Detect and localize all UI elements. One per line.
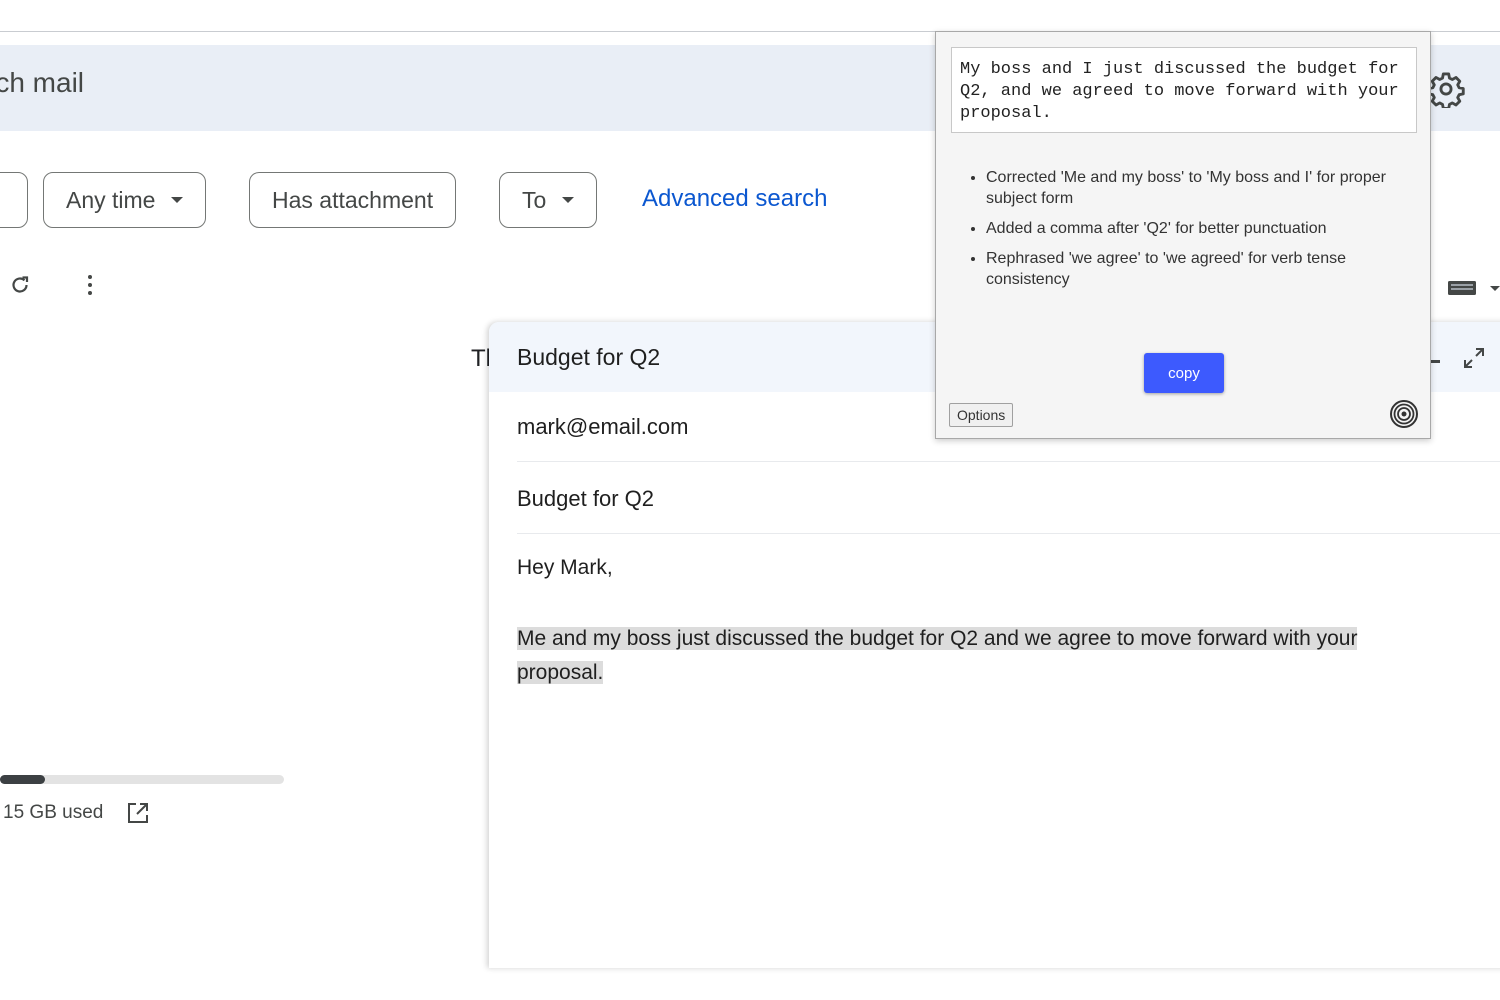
search-input[interactable]: rch mail [0, 67, 84, 99]
expand-icon[interactable] [1462, 346, 1486, 370]
storage-meter [0, 775, 284, 784]
grammar-extension-popup: My boss and I just discussed the budget … [935, 31, 1431, 439]
filter-chip-any-time[interactable]: Any time [43, 172, 207, 228]
advanced-search-link[interactable]: Advanced search [642, 185, 827, 213]
filter-chip-partial[interactable] [0, 172, 28, 228]
storage-used-text: 15 GB used [3, 802, 104, 823]
more-vert-icon[interactable] [80, 273, 100, 297]
chevron-down-icon [562, 197, 575, 203]
options-button[interactable]: Options [949, 403, 1014, 427]
filter-chip-to[interactable]: To [499, 172, 598, 228]
gear-icon[interactable] [1427, 70, 1465, 108]
subject-value: Budget for Q2 [517, 486, 654, 511]
change-item: Corrected 'Me and my boss' to 'My boss a… [986, 167, 1426, 209]
changes-list: Corrected 'Me and my boss' to 'My boss a… [952, 167, 1426, 299]
keyboard-icon[interactable] [1447, 280, 1477, 296]
corrected-text-area[interactable]: My boss and I just discussed the budget … [951, 47, 1417, 133]
chevron-down-icon[interactable] [1490, 286, 1500, 291]
storage-meter-fill [0, 775, 46, 784]
chip-label: Has attachment [272, 186, 434, 213]
change-item: Rephrased 'we agree' to 'we agreed' for … [986, 248, 1426, 290]
chevron-down-icon [171, 197, 184, 203]
filter-chip-has-attachment[interactable]: Has attachment [249, 172, 457, 228]
copy-button[interactable]: copy [1144, 353, 1224, 393]
email-body-paragraph[interactable]: Me and my boss just discussed the budget… [517, 622, 1397, 690]
email-list-subject-partial: Tl [471, 345, 491, 372]
subject-field[interactable]: Budget for Q2 [517, 464, 1500, 534]
selected-text[interactable]: Me and my boss just discussed the budget… [517, 627, 1358, 684]
refresh-icon[interactable] [8, 273, 32, 297]
change-item: Added a comma after 'Q2' for better punc… [986, 218, 1426, 239]
chip-label: Any time [66, 186, 156, 213]
to-recipient: mark@email.com [517, 414, 689, 439]
open-in-new-icon[interactable] [126, 801, 150, 825]
fingerprint-icon[interactable] [1389, 399, 1419, 429]
email-body-greeting[interactable]: Hey Mark, [517, 556, 613, 580]
gmail-window: rch mail Any time Has attachment To Adva… [0, 0, 1500, 1000]
chip-label: To [522, 186, 547, 213]
compose-title: Budget for Q2 [517, 344, 661, 370]
